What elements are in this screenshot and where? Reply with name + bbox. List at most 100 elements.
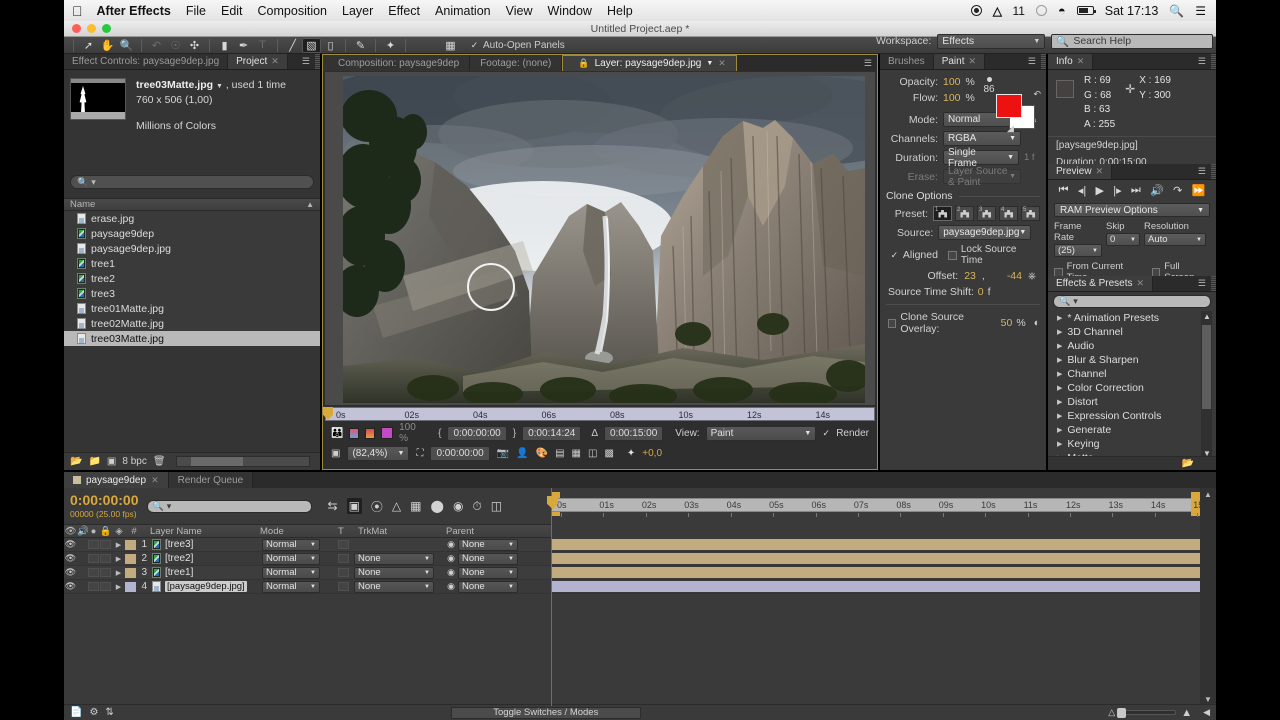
guides-icon[interactable]: ◫ <box>588 448 597 459</box>
ram-preview-icon[interactable]: ⏩ <box>1192 184 1206 197</box>
layer-mode-cell[interactable]: Normal▼ <box>262 580 334 593</box>
timeline-zoom-slider[interactable]: △ ▲ ◀ <box>1108 707 1210 719</box>
time-indicator[interactable] <box>323 407 333 420</box>
zoom-tool-icon[interactable]: 🔍 <box>117 38 136 53</box>
layer-video-toggle[interactable]: 👁 <box>64 552 77 565</box>
workspace-select[interactable]: Effects ▼ <box>937 34 1045 49</box>
panel-menu-icon[interactable]: ☰ <box>859 55 877 71</box>
timeline-layer-track[interactable] <box>551 552 1200 566</box>
timeline-layer-track[interactable] <box>551 538 1200 552</box>
layer-t-cell[interactable] <box>334 580 354 593</box>
viewer-canvas[interactable] <box>325 72 875 405</box>
comp-renderer-icon[interactable]: ⚙ <box>89 707 98 718</box>
layer-mode-select[interactable]: Normal▼ <box>262 539 320 551</box>
layer-trkmat-cell[interactable]: None▼ <box>354 566 444 579</box>
panel-menu-icon[interactable]: ☰ <box>1193 276 1211 291</box>
wifi-icon[interactable]: ◓ <box>1058 3 1066 18</box>
layer-duration-bar[interactable] <box>551 553 1200 564</box>
project-file-item[interactable]: erase.jpg <box>64 211 320 226</box>
chevron-right-icon[interactable]: ▶ <box>1057 384 1062 392</box>
lock-source-time-label[interactable]: Lock Source Time <box>961 244 1040 266</box>
layer-solo-toggle[interactable] <box>88 566 100 579</box>
motion-blur-icon[interactable]: ⦿ <box>371 498 383 515</box>
clone-overlay-checkbox[interactable] <box>888 319 896 328</box>
chevron-right-icon[interactable]: ▶ <box>1057 426 1062 434</box>
menu-animation[interactable]: Animation <box>435 4 491 18</box>
effects-category-row[interactable]: ▶Blur & Sharpen <box>1052 353 1212 367</box>
menu-help[interactable]: Help <box>607 4 633 18</box>
effects-category-list[interactable]: ▶* Animation Presets▶3D Channel▶Audio▶Bl… <box>1052 311 1212 459</box>
tab-brushes[interactable]: Brushes <box>880 54 934 69</box>
spotlight-search-icon[interactable]: 🔍 <box>1169 4 1184 18</box>
timeline-layer-row[interactable]: 👁▶3[tree1]Normal▼None▼◉None▼ <box>64 566 551 580</box>
swap-colors-icon[interactable]: ↶ <box>1033 89 1041 100</box>
default-colors-icon[interactable]: ◢ <box>1007 123 1014 134</box>
brush-size-display[interactable]: 86 <box>976 74 1002 95</box>
previous-frame-icon[interactable]: ◂| <box>1078 184 1086 197</box>
layer-parent-select[interactable]: None▼ <box>458 581 518 593</box>
effects-scrollbar[interactable]: ▲ ▼ <box>1201 311 1212 459</box>
timeline-track-area[interactable] <box>551 538 1200 594</box>
notification-center-icon[interactable]: ☰ <box>1195 4 1206 18</box>
project-file-item[interactable]: paysage9dep <box>64 226 320 241</box>
layer-audio-toggle[interactable] <box>77 552 88 565</box>
tab-render-queue[interactable]: Render Queue <box>169 472 254 488</box>
parent-pickwhip-icon[interactable]: ◉ <box>444 566 458 579</box>
chevron-right-icon[interactable]: ▶ <box>1057 328 1062 336</box>
brainstorm-icon[interactable]: ◉ <box>453 499 463 513</box>
menu-layer[interactable]: Layer <box>342 4 373 18</box>
duration-select[interactable]: Single Frame ▼ <box>943 150 1019 165</box>
effects-category-row[interactable]: ▶Generate <box>1052 423 1212 437</box>
zoom-slider-thumb[interactable] <box>1117 708 1126 718</box>
layer-mode-cell[interactable]: Normal▼ <box>262 538 334 551</box>
draft-3d-icon[interactable]: ▣ <box>347 498 362 514</box>
close-icon[interactable]: ✕ <box>1137 278 1145 289</box>
layer-name-cell[interactable]: [tree3] <box>152 539 262 550</box>
paint-color-swatches[interactable]: ↶ ◢ <box>996 94 1036 130</box>
column-mode[interactable]: Mode <box>260 526 338 537</box>
menu-view[interactable]: View <box>506 4 533 18</box>
fast-preview-icon[interactable]: ✦ <box>627 448 635 459</box>
scroll-down-icon[interactable]: ▼ <box>1204 695 1212 704</box>
layer-solo-toggle[interactable] <box>88 538 100 551</box>
layer-name-cell[interactable]: [tree2] <box>152 553 262 564</box>
zoom-slider-track[interactable] <box>1120 710 1176 715</box>
zoom-in-icon[interactable]: ▲ <box>1181 707 1192 719</box>
chevron-right-icon[interactable]: ▶ <box>1057 412 1062 420</box>
layer-audio-toggle[interactable] <box>77 538 88 551</box>
rotation-tool-icon[interactable]: ↶ <box>147 38 166 53</box>
opacity-value[interactable]: 100 <box>943 76 961 88</box>
effects-search-input[interactable]: 🔍 ▾ <box>1053 295 1211 308</box>
scroll-up-icon[interactable]: ▲ <box>1204 490 1212 499</box>
layer-parent-cell[interactable]: None▼ <box>458 552 522 565</box>
layer-mode-select[interactable]: Normal▼ <box>262 567 320 579</box>
effects-category-row[interactable]: ▶Channel <box>1052 367 1212 381</box>
effects-category-row[interactable]: ▶Color Correction <box>1052 381 1212 395</box>
tab-composition-timeline[interactable]: paysage9dep ✕ <box>64 472 169 488</box>
menu-composition[interactable]: Composition <box>258 4 327 18</box>
roto-brush-tool-icon[interactable]: ✎ <box>351 38 370 53</box>
close-icon[interactable]: ✕ <box>271 56 279 67</box>
zoom-select[interactable]: (82,4%) ▼ <box>347 446 409 461</box>
layer-duration-bar[interactable] <box>551 567 1200 578</box>
layer-video-toggle[interactable]: 👁 <box>64 580 77 593</box>
resolution-select[interactable]: Auto ▼ <box>1144 233 1206 246</box>
brush-tool-icon[interactable]: ╱ <box>283 38 302 53</box>
audio-icon[interactable]: 🔊 <box>1150 184 1164 197</box>
layer-parent-cell[interactable]: None▼ <box>458 580 522 593</box>
workspace-panel-icon[interactable]: ▦ <box>441 38 460 53</box>
menu-effect[interactable]: Effect <box>388 4 420 18</box>
chevron-right-icon[interactable]: ▶ <box>1057 342 1062 350</box>
layer-audio-toggle[interactable] <box>77 580 88 593</box>
close-icon[interactable]: ✕ <box>1096 166 1104 177</box>
close-icon[interactable]: ✕ <box>718 58 726 69</box>
viewer-opacity-value[interactable]: 100 % <box>399 422 424 444</box>
puppet-pin-tool-icon[interactable]: ✦ <box>381 38 400 53</box>
menu-app-name[interactable]: After Effects <box>97 4 171 18</box>
layer-t-cell[interactable] <box>334 538 354 551</box>
frame-blending-icon[interactable]: ▦ <box>410 499 421 513</box>
layer-t-cell[interactable] <box>334 552 354 565</box>
selection-tool-icon[interactable]: ➚ <box>79 38 98 53</box>
layer-parent-select[interactable]: None▼ <box>458 567 518 579</box>
layer-name-cell[interactable]: [paysage9dep.jpg] <box>152 581 262 592</box>
